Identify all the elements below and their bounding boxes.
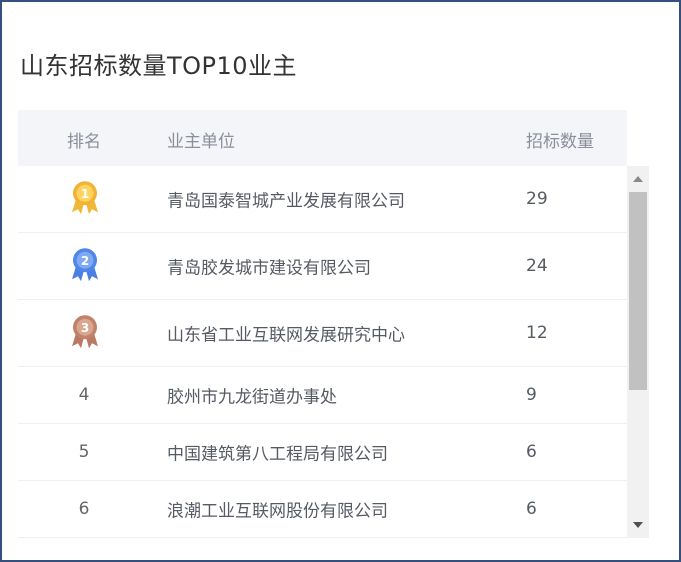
scrollbar-thumb[interactable] — [629, 192, 647, 390]
table-row: 6 浪潮工业互联网股份有限公司 6 — [18, 481, 627, 538]
rank-number: 4 — [78, 385, 90, 405]
rank-number: 6 — [78, 499, 90, 519]
bid-count: 24 — [526, 256, 548, 276]
owner-table: 排名 业主单位 招标数量 — [18, 110, 627, 166]
owner-name: 青岛国泰智城产业发展有限公司 — [167, 191, 405, 212]
bid-count: 9 — [526, 385, 537, 405]
bid-count: 6 — [526, 442, 537, 462]
table-row: 1 青岛国泰智城产业发展有限公司 29 — [18, 166, 627, 233]
table-body[interactable]: 1 青岛国泰智城产业发展有限公司 29 2 青岛胶发城市建设有限公司 24 3 … — [18, 166, 627, 538]
bid-count: 6 — [526, 499, 537, 519]
owner-name: 中国建筑第八工程局有限公司 — [167, 444, 388, 465]
rank-number: 5 — [78, 442, 90, 462]
owner-name: 浪潮工业互联网股份有限公司 — [167, 501, 388, 522]
card-title: 山东招标数量TOP10业主 — [20, 52, 298, 80]
bid-count: 12 — [526, 323, 548, 343]
owner-name: 青岛胶发城市建设有限公司 — [167, 258, 371, 279]
silver-medal-icon: 2 — [72, 248, 98, 282]
owner-name: 胶州市九龙街道办事处 — [167, 387, 337, 408]
header-owner: 业主单位 — [167, 132, 235, 152]
table-row: 4 胶州市九龙街道办事处 9 — [18, 367, 627, 424]
owner-name: 山东省工业互联网发展研究中心 — [167, 325, 405, 346]
header-count: 招标数量 — [526, 132, 594, 152]
svg-text:2: 2 — [81, 254, 89, 268]
gold-medal-icon: 1 — [72, 181, 98, 215]
table-row: 5 中国建筑第八工程局有限公司 6 — [18, 424, 627, 481]
bronze-medal-icon: 3 — [72, 315, 98, 349]
scroll-down-arrow-icon[interactable] — [633, 522, 643, 528]
bid-count: 29 — [526, 189, 548, 209]
header-rank: 排名 — [67, 132, 101, 152]
table-row: 2 青岛胶发城市建设有限公司 24 — [18, 233, 627, 300]
scroll-up-arrow-icon[interactable] — [633, 176, 643, 182]
table-header: 排名 业主单位 招标数量 — [18, 110, 627, 166]
vertical-scrollbar[interactable] — [627, 166, 649, 538]
svg-text:1: 1 — [81, 187, 89, 201]
table-row: 3 山东省工业互联网发展研究中心 12 — [18, 300, 627, 367]
svg-text:3: 3 — [81, 321, 89, 335]
